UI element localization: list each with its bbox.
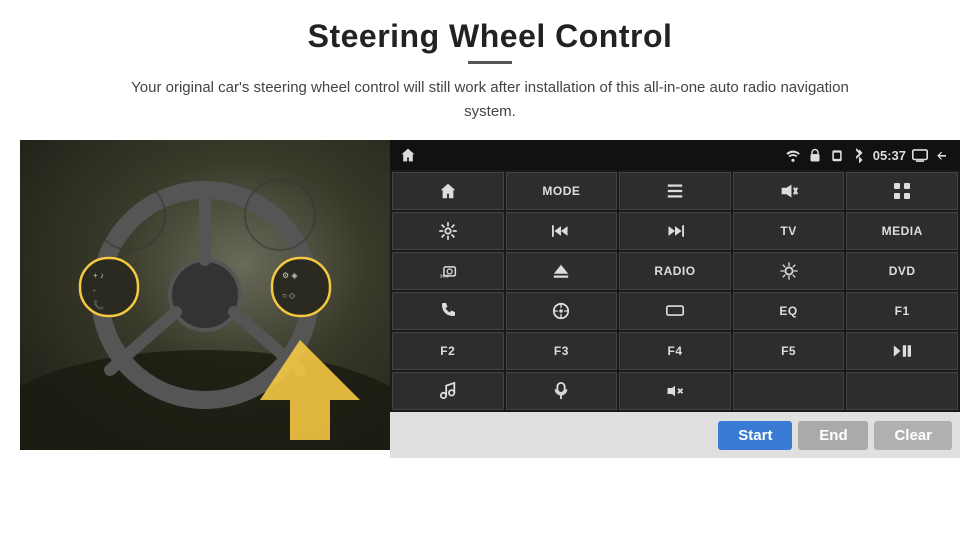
f4-button[interactable]: F4 [619, 332, 731, 370]
svg-text:📞: 📞 [93, 299, 105, 310]
lock-icon [807, 147, 823, 163]
screen-cast-icon [912, 147, 928, 163]
tv-button[interactable]: TV [733, 212, 845, 250]
clear-button[interactable]: Clear [874, 421, 952, 450]
cam360-button[interactable]: 360 [392, 252, 504, 290]
control-panel: 05:37 MODE [390, 140, 960, 458]
radio-button[interactable]: RADIO [619, 252, 731, 290]
empty-btn-1 [733, 372, 845, 410]
sim-icon [829, 147, 845, 163]
car-photo: + ♪ - 📞 ⚙ ◈ ○ ◇ [20, 140, 390, 450]
status-right: 05:37 [785, 147, 950, 163]
empty-btn-2 [846, 372, 958, 410]
back-icon [934, 147, 950, 163]
button-grid: MODE [390, 170, 960, 412]
svg-text:⚙ ◈: ⚙ ◈ [282, 271, 298, 280]
mic-button[interactable] [506, 372, 618, 410]
volmute-button[interactable] [619, 372, 731, 410]
prev-button[interactable] [506, 212, 618, 250]
navi-button[interactable] [506, 292, 618, 330]
end-button[interactable]: End [798, 421, 868, 450]
dvd-button[interactable]: DVD [846, 252, 958, 290]
screen-button[interactable] [619, 292, 731, 330]
svg-text:-: - [93, 286, 96, 295]
f2-button[interactable]: F2 [392, 332, 504, 370]
settings-button[interactable] [392, 212, 504, 250]
title-divider [468, 61, 512, 64]
content-row: + ♪ - 📞 ⚙ ◈ ○ ◇ [20, 140, 960, 458]
wifi-icon [785, 147, 801, 163]
subtitle: Your original car's steering wheel contr… [110, 76, 870, 124]
music-button[interactable] [392, 372, 504, 410]
svg-text:+ ♪: + ♪ [93, 271, 104, 280]
svg-text:○ ◇: ○ ◇ [282, 291, 296, 300]
action-bar: Start End Clear [390, 412, 960, 458]
home-button[interactable] [392, 172, 504, 210]
list-button[interactable] [619, 172, 731, 210]
status-bar: 05:37 [390, 140, 960, 170]
apps-button[interactable] [846, 172, 958, 210]
f5-button[interactable]: F5 [733, 332, 845, 370]
brightness-button[interactable] [733, 252, 845, 290]
playpause-button[interactable] [846, 332, 958, 370]
bluetooth-icon [851, 147, 867, 163]
f3-button[interactable]: F3 [506, 332, 618, 370]
next-button[interactable] [619, 212, 731, 250]
phone-button[interactable] [392, 292, 504, 330]
f1-button[interactable]: F1 [846, 292, 958, 330]
eject-button[interactable] [506, 252, 618, 290]
svg-text:360: 360 [440, 274, 449, 280]
eq-button[interactable]: EQ [733, 292, 845, 330]
page-title: Steering Wheel Control [308, 18, 673, 55]
status-time: 05:37 [873, 148, 906, 163]
start-button[interactable]: Start [718, 421, 792, 450]
status-left [400, 147, 416, 163]
media-button[interactable]: MEDIA [846, 212, 958, 250]
mode-button[interactable]: MODE [506, 172, 618, 210]
mute-button[interactable] [733, 172, 845, 210]
home-status-icon [400, 147, 416, 163]
